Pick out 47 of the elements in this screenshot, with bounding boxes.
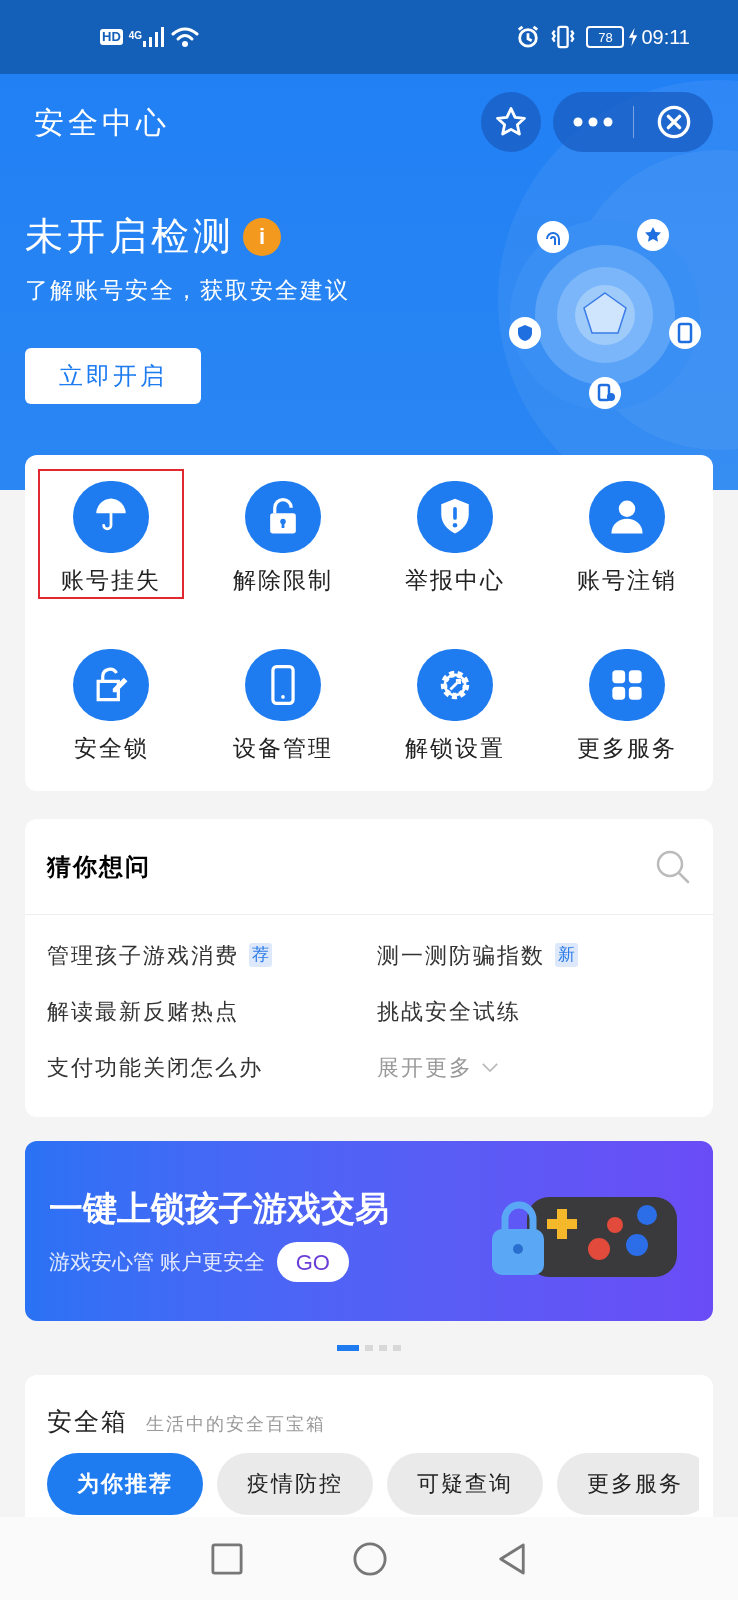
category-tab[interactable]: 疫情防控 <box>217 1452 373 1515</box>
chevron-down-icon <box>481 1061 499 1073</box>
service-item[interactable]: 解锁设置 <box>382 637 528 767</box>
hd-badge: HD <box>100 29 123 45</box>
page-title: 安全中心 <box>34 104 170 141</box>
go-button[interactable]: GO <box>276 1242 349 1282</box>
service-item[interactable]: 举报中心 <box>382 469 528 599</box>
star-icon <box>494 105 528 139</box>
alarm-icon <box>516 25 541 49</box>
question-link[interactable]: 挑战安全试练 <box>377 994 521 1028</box>
home-icon[interactable] <box>353 1541 387 1576</box>
favorite-button[interactable] <box>481 92 541 152</box>
charging-icon <box>628 27 639 47</box>
promo-banner[interactable]: 一键上锁孩子游戏交易 游戏安心管 账户更安全 GO <box>25 1141 713 1321</box>
service-item[interactable]: 更多服务 <box>554 637 700 767</box>
banner-subtitle: 游戏安心管 账户更安全 <box>49 1249 265 1276</box>
question-link[interactable]: 管理孩子游戏消费 <box>47 938 239 972</box>
tag-badge: 新 <box>555 943 578 967</box>
toolbox-title: 安全箱 <box>47 1406 128 1437</box>
service-item[interactable]: 设备管理 <box>210 637 356 767</box>
question-link[interactable]: 测一测防骗指数 <box>377 938 545 972</box>
service-item[interactable]: 账号挂失 <box>38 469 184 599</box>
more-icon <box>573 117 613 127</box>
service-item[interactable]: 解除限制 <box>210 469 356 599</box>
service-item[interactable]: 安全锁 <box>38 637 184 767</box>
back-icon[interactable] <box>497 1541 527 1576</box>
clock-time: 09:11 <box>641 25 690 50</box>
network-label: 4G <box>128 29 143 43</box>
category-tab[interactable]: 更多服务 <box>557 1452 699 1515</box>
hero-subtitle: 了解账号安全，获取安全建议 <box>25 276 350 305</box>
recent-apps-icon[interactable] <box>211 1542 243 1575</box>
tag-badge: 荐 <box>249 943 272 967</box>
category-tab[interactable]: 可疑查询 <box>387 1452 543 1515</box>
battery-level: 78 <box>586 26 625 48</box>
wifi-icon <box>170 26 201 48</box>
close-icon <box>656 105 691 139</box>
hero-title: 未开启检测 <box>25 214 235 259</box>
enable-button[interactable]: 立即开启 <box>25 347 201 404</box>
vibrate-icon <box>550 25 577 49</box>
question-link[interactable]: 解读最新反赌热点 <box>47 994 239 1028</box>
toolbox-subtitle: 生活中的安全百宝箱 <box>146 1413 326 1436</box>
service-item[interactable]: 账号注销 <box>554 469 700 599</box>
banner-title: 一键上锁孩子游戏交易 <box>49 1188 390 1229</box>
question-link[interactable]: 支付功能关闭怎么办 <box>47 1050 263 1084</box>
signal-icon <box>142 27 167 47</box>
category-tab[interactable]: 为你推荐 <box>47 1452 203 1515</box>
questions-title: 猜你想问 <box>47 851 151 882</box>
